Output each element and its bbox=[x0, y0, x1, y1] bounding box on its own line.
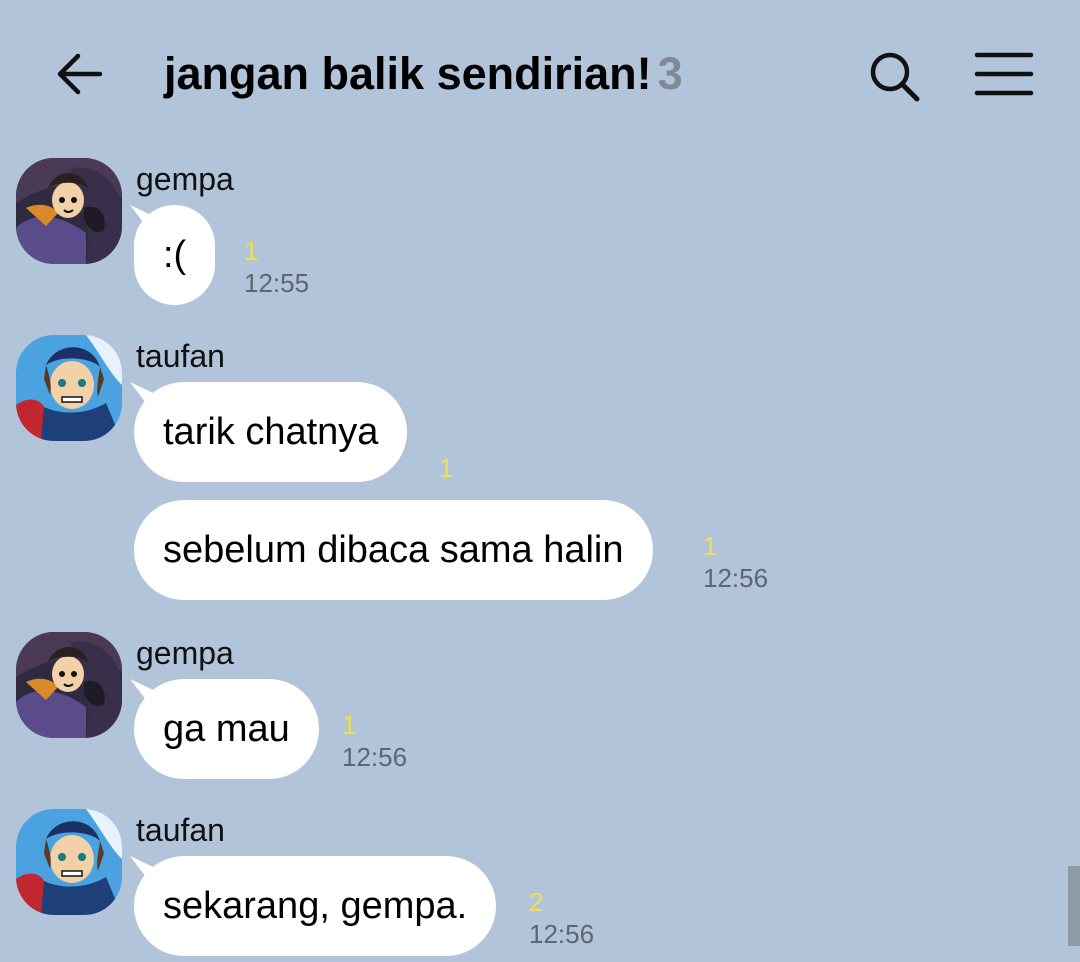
hamburger-menu-icon[interactable] bbox=[974, 52, 1034, 96]
message-bubble[interactable]: sekarang, gempa. bbox=[134, 856, 497, 956]
message-meta: 1 12:56 bbox=[342, 709, 407, 773]
scrollbar[interactable] bbox=[1068, 866, 1080, 946]
message-meta: 1 12:55 bbox=[244, 235, 309, 299]
arrow-left-icon[interactable] bbox=[52, 48, 104, 100]
chat-header: jangan balik sendirian! 3 bbox=[0, 0, 1080, 150]
avatar[interactable] bbox=[16, 158, 122, 264]
unread-count: 1 bbox=[703, 531, 718, 561]
message-row: ga mau 1 12:56 bbox=[134, 679, 407, 779]
timestamp: 12:56 bbox=[342, 742, 408, 772]
unread-count: 2 bbox=[529, 887, 544, 917]
message-bubble[interactable]: sebelum dibaca sama halin bbox=[134, 500, 653, 600]
unread-count: 1 bbox=[342, 710, 357, 740]
message-bubble[interactable]: tarik chatnya bbox=[134, 382, 408, 482]
chat-title[interactable]: jangan balik sendirian! 3 bbox=[164, 44, 683, 104]
avatar[interactable] bbox=[16, 809, 122, 915]
message-meta: 1 12:56 bbox=[703, 530, 768, 594]
sender-name: gempa bbox=[136, 635, 234, 671]
avatar-taufan-image bbox=[16, 809, 122, 915]
sender-name: taufan bbox=[136, 812, 225, 848]
timestamp: 12:56 bbox=[703, 563, 769, 593]
unread-count: 1 bbox=[439, 453, 454, 483]
timestamp: 12:55 bbox=[244, 268, 310, 298]
message-row: :( 1 12:55 bbox=[134, 205, 309, 305]
sender-name: gempa bbox=[136, 161, 234, 197]
avatar-taufan-image bbox=[16, 335, 122, 441]
member-count: 3 bbox=[657, 48, 683, 99]
sender-name: taufan bbox=[136, 338, 225, 374]
message-row: sekarang, gempa. 2 12:56 bbox=[134, 856, 594, 956]
avatar-gempa-image bbox=[16, 632, 122, 738]
message-meta: 2 12:56 bbox=[529, 886, 594, 950]
message-bubble[interactable]: ga mau bbox=[134, 679, 319, 779]
avatar-gempa-image bbox=[16, 158, 122, 264]
search-icon[interactable] bbox=[866, 48, 922, 104]
message-bubble[interactable]: :( bbox=[134, 205, 216, 305]
message-row: sebelum dibaca sama halin 1 12:56 bbox=[134, 500, 768, 600]
message-meta: 1 bbox=[439, 452, 453, 484]
avatar[interactable] bbox=[16, 335, 122, 441]
timestamp: 12:56 bbox=[529, 919, 595, 949]
unread-count: 1 bbox=[244, 236, 259, 266]
avatar[interactable] bbox=[16, 632, 122, 738]
chat-title-text: jangan balik sendirian! bbox=[164, 48, 652, 99]
message-row: tarik chatnya 1 bbox=[134, 382, 453, 483]
